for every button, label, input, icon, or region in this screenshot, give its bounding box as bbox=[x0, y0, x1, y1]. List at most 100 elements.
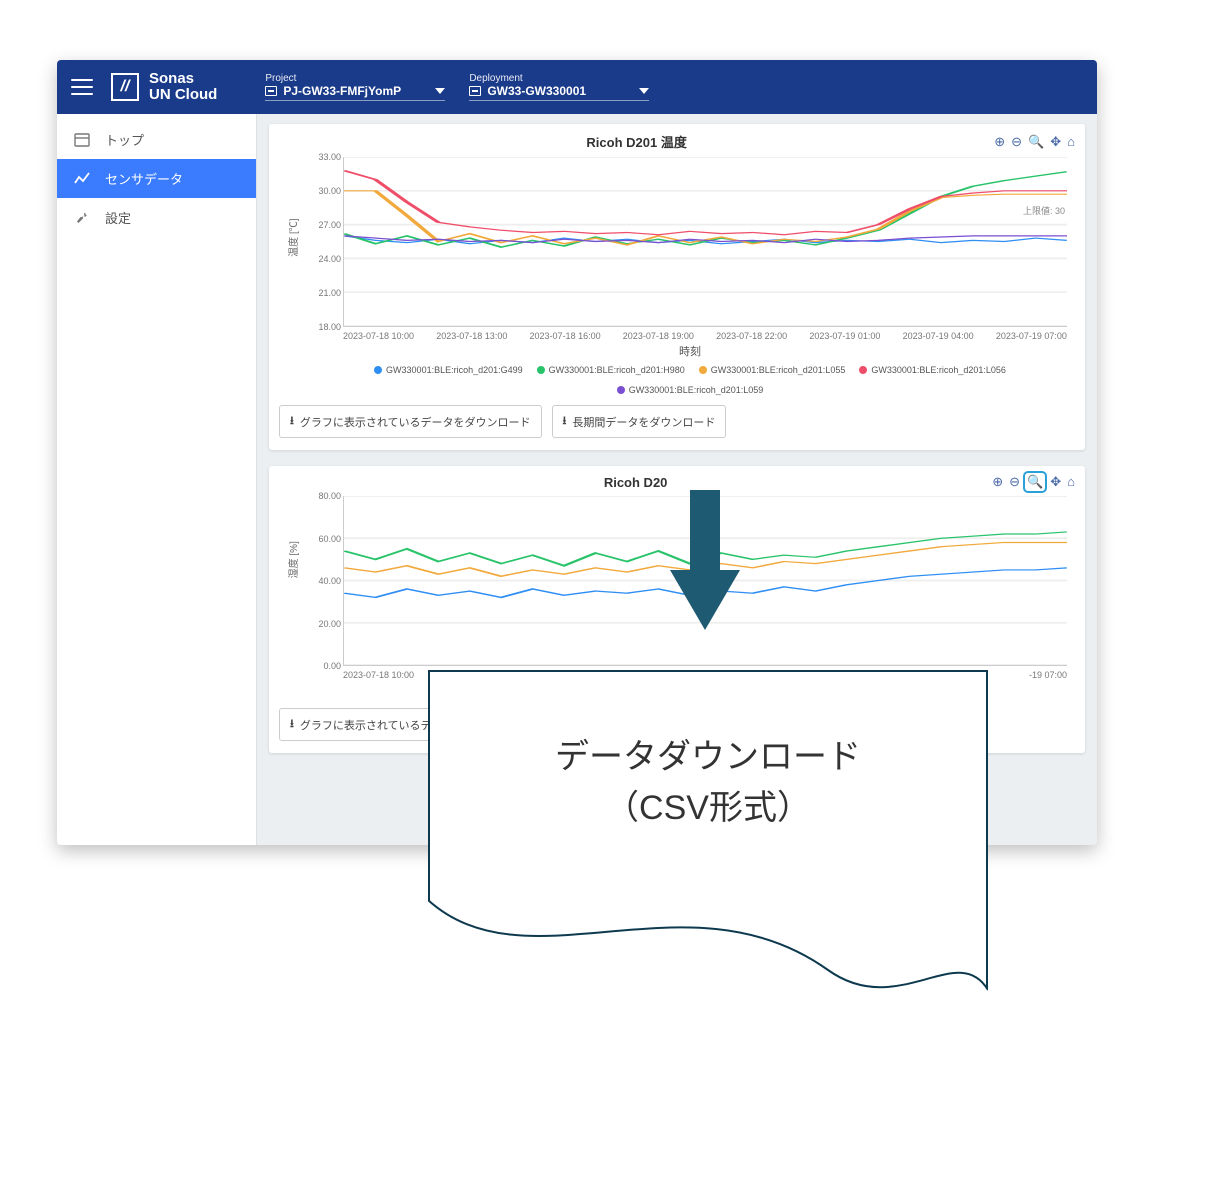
chart-card-temperature: Ricoh D201 温度 ⊕ ⊖ 🔍 ✥ ⌂ 温度 [℃] 上限値: 30 bbox=[269, 124, 1085, 450]
sidebar: トップ センサデータ 設定 bbox=[57, 114, 257, 845]
xtick: 2023-07-18 10:00 bbox=[343, 670, 414, 680]
xtick: 2023-07-18 13:00 bbox=[436, 331, 507, 341]
deployment-label: Deployment bbox=[469, 73, 649, 84]
sidebar-item-sensordata[interactable]: センサデータ bbox=[57, 159, 256, 198]
dashboard-icon bbox=[73, 131, 91, 149]
ytick: 0.00 bbox=[323, 661, 341, 671]
download-visible-button[interactable]: ⭳ グラフに表示されているデータをダウンロード bbox=[279, 405, 542, 438]
sidebar-item-settings[interactable]: 設定 bbox=[57, 198, 256, 237]
zoom-select-icon[interactable]: 🔍 bbox=[1028, 134, 1044, 150]
callout-line2: （CSV形式） bbox=[430, 783, 986, 834]
ytick: 30.00 bbox=[318, 186, 341, 196]
x-axis-label: 時刻 bbox=[313, 343, 1067, 359]
project-label: Project bbox=[265, 73, 445, 84]
logo-mark-icon: // bbox=[111, 73, 139, 101]
legend-label: GW330001:BLE:ricoh_d201:L059 bbox=[629, 385, 764, 395]
pan-icon[interactable]: ✥ bbox=[1050, 134, 1061, 150]
chart-title: Ricoh D20 bbox=[279, 475, 992, 490]
chart-area: 湿度 [%] 0.0020.0040.0060.0080.00 2023-07-… bbox=[313, 496, 1067, 698]
chart-icon bbox=[73, 170, 91, 188]
download-visible-label: グラフに表示されているデータをダウンロード bbox=[300, 414, 531, 430]
ytick: 33.00 bbox=[318, 152, 341, 162]
chart-toolbar: ⊕ ⊖ 🔍 ✥ ⌂ bbox=[994, 134, 1075, 150]
zoom-select-icon[interactable]: 🔍 bbox=[1026, 474, 1044, 490]
callout-line1: データダウンロード bbox=[430, 732, 986, 783]
plot-1[interactable] bbox=[343, 496, 1067, 666]
wrench-icon bbox=[73, 209, 91, 227]
zoom-out-icon[interactable]: ⊖ bbox=[1009, 474, 1020, 490]
xtick: 2023-07-18 10:00 bbox=[343, 331, 414, 341]
xtick: 2023-07-19 01:00 bbox=[809, 331, 880, 341]
yticks-1: 0.0020.0040.0060.0080.00 bbox=[313, 496, 341, 666]
legend-item[interactable]: GW330001:BLE:ricoh_d201:H980 bbox=[537, 365, 685, 375]
xtick: 2023-07-19 07:00 bbox=[996, 331, 1067, 341]
xtick: 2023-07-18 16:00 bbox=[530, 331, 601, 341]
ytick: 20.00 bbox=[318, 619, 341, 629]
xtick: 2023-07-18 19:00 bbox=[623, 331, 694, 341]
download-icon: ⭳ bbox=[290, 715, 294, 734]
ytick: 80.00 bbox=[318, 491, 341, 501]
chart-area: 温度 [℃] 上限値: 30 18.0021.0024.0027.0030.00… bbox=[313, 157, 1067, 395]
legend-item[interactable]: GW330001:BLE:ricoh_d201:L055 bbox=[699, 365, 846, 375]
legend-item[interactable]: GW330001:BLE:ricoh_d201:L059 bbox=[617, 385, 764, 395]
ytick: 27.00 bbox=[318, 220, 341, 230]
ytick: 60.00 bbox=[318, 534, 341, 544]
menu-icon[interactable] bbox=[71, 79, 93, 95]
folder-icon bbox=[265, 86, 277, 96]
plot-svg-1 bbox=[344, 496, 1067, 665]
callout-tail-icon bbox=[428, 900, 988, 1060]
project-value: PJ-GW33-FMFjYomP bbox=[283, 84, 401, 98]
home-icon[interactable]: ⌂ bbox=[1067, 134, 1075, 150]
y-axis-label: 湿度 [%] bbox=[285, 541, 300, 578]
xtick: 2023-07-19 04:00 bbox=[903, 331, 974, 341]
topbar: // Sonas UN Cloud Project PJ-GW33-FMFjYo… bbox=[57, 60, 1097, 114]
callout-box: データダウンロード （CSV形式） bbox=[428, 670, 988, 1060]
sidebar-item-label: センサデータ bbox=[105, 169, 183, 188]
ytick: 18.00 bbox=[318, 322, 341, 332]
legend-0: GW330001:BLE:ricoh_d201:G499 GW330001:BLE… bbox=[313, 365, 1067, 395]
ytick: 21.00 bbox=[318, 288, 341, 298]
legend-dot-icon bbox=[374, 366, 382, 374]
sidebar-item-top[interactable]: トップ bbox=[57, 120, 256, 159]
chart-title: Ricoh D201 温度 bbox=[279, 132, 994, 151]
download-icon: ⭳ bbox=[290, 412, 294, 431]
zoom-in-icon[interactable]: ⊕ bbox=[994, 134, 1005, 150]
deployment-selector[interactable]: Deployment GW33-GW330001 bbox=[469, 73, 649, 101]
legend-dot-icon bbox=[617, 386, 625, 394]
legend-item[interactable]: GW330001:BLE:ricoh_d201:G499 bbox=[374, 365, 523, 375]
chart-toolbar: ⊕ ⊖ 🔍 ✥ ⌂ bbox=[992, 474, 1075, 490]
y-axis-label: 温度 [℃] bbox=[285, 218, 300, 256]
brand-line2: UN Cloud bbox=[149, 87, 217, 103]
yticks-0: 18.0021.0024.0027.0030.0033.00 bbox=[313, 157, 341, 327]
xtick: -19 07:00 bbox=[1029, 670, 1067, 680]
device-icon bbox=[469, 86, 481, 96]
xticks-0: 2023-07-18 10:00 2023-07-18 13:00 2023-07-… bbox=[343, 331, 1067, 341]
download-longterm-label: 長期間データをダウンロード bbox=[572, 414, 715, 430]
deployment-value: GW33-GW330001 bbox=[487, 84, 586, 98]
threshold-annotation: 上限値: 30 bbox=[1023, 204, 1065, 217]
caret-down-icon bbox=[639, 88, 649, 94]
caret-down-icon bbox=[435, 88, 445, 94]
legend-dot-icon bbox=[859, 366, 867, 374]
download-icon: ⭳ bbox=[563, 412, 567, 431]
ytick: 24.00 bbox=[318, 254, 341, 264]
xtick: 2023-07-18 22:00 bbox=[716, 331, 787, 341]
plot-0[interactable]: 上限値: 30 bbox=[343, 157, 1067, 327]
brand-logo: // Sonas UN Cloud bbox=[111, 71, 217, 103]
plot-svg-0 bbox=[344, 157, 1067, 326]
zoom-out-icon[interactable]: ⊖ bbox=[1011, 134, 1022, 150]
legend-item[interactable]: GW330001:BLE:ricoh_d201:L056 bbox=[859, 365, 1006, 375]
zoom-in-icon[interactable]: ⊕ bbox=[992, 474, 1003, 490]
pan-icon[interactable]: ✥ bbox=[1050, 474, 1061, 490]
home-icon[interactable]: ⌂ bbox=[1067, 474, 1075, 490]
legend-label: GW330001:BLE:ricoh_d201:L055 bbox=[711, 365, 846, 375]
sidebar-item-label: 設定 bbox=[105, 208, 131, 227]
sidebar-item-label: トップ bbox=[105, 130, 144, 149]
legend-label: GW330001:BLE:ricoh_d201:L056 bbox=[871, 365, 1006, 375]
download-longterm-button[interactable]: ⭳ 長期間データをダウンロード bbox=[552, 405, 727, 438]
legend-dot-icon bbox=[699, 366, 707, 374]
project-selector[interactable]: Project PJ-GW33-FMFjYomP bbox=[265, 73, 445, 101]
legend-label: GW330001:BLE:ricoh_d201:H980 bbox=[549, 365, 685, 375]
brand-line1: Sonas bbox=[149, 71, 217, 87]
ytick: 40.00 bbox=[318, 576, 341, 586]
